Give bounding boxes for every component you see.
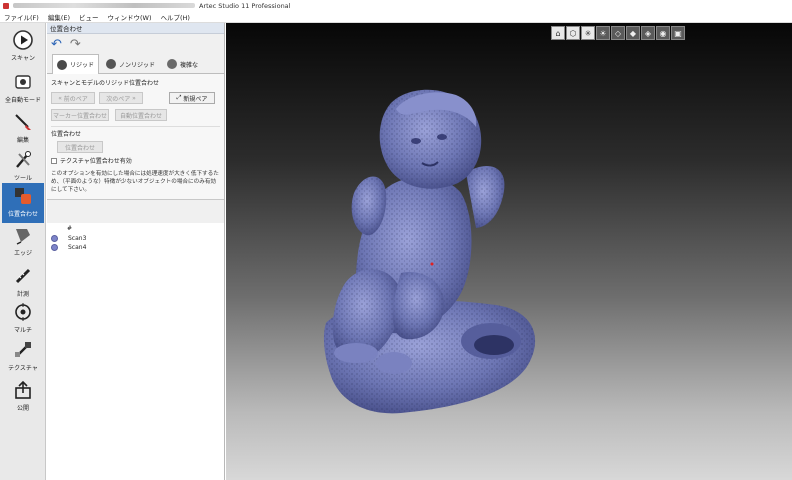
scan-dot-icon (51, 244, 58, 251)
tool-label: 編集 (16, 137, 29, 144)
align-button[interactable]: 位置合わせ (57, 141, 103, 153)
next-pair-button[interactable]: 次のペア » (99, 92, 143, 104)
new-pair-button[interactable]: ⤢ 新規ペア (169, 92, 215, 104)
tool-scan[interactable]: スキャン (2, 27, 44, 67)
cherub-3d-model[interactable] (226, 23, 792, 480)
list-item[interactable]: Scan4 (47, 243, 224, 252)
texture-icon (13, 340, 33, 360)
play-icon (13, 30, 33, 50)
menu-bar: ファイル(F) 編集(E) ビュー ウィンドウ(W) ヘルプ(H) (0, 11, 792, 23)
menu-view[interactable]: ビュー (79, 12, 99, 22)
auto-mode-icon (13, 72, 33, 92)
marker-align-button[interactable]: マーカー位置合わせ (51, 109, 109, 121)
3d-viewport[interactable]: ⌂ ⬡ ✳ ☀ ◇ ◆ ◈ ◉ ▣ (226, 23, 792, 480)
chevron-right-icon: » (130, 94, 136, 102)
tool-texture[interactable]: テクスチャ (2, 337, 44, 377)
tools-icon (13, 150, 33, 170)
menu-file[interactable]: ファイル(F) (4, 12, 39, 22)
tool-label: マルチ (13, 327, 32, 334)
tool-label: 位置合わせ (7, 211, 38, 218)
rigid-icon (57, 59, 67, 70)
tool-auto-mode[interactable]: 全自動モード (2, 69, 44, 109)
menu-edit[interactable]: 編集(E) (48, 12, 70, 22)
next-pair-label: 次のペア (106, 95, 131, 103)
scan-name: Scan4 (68, 244, 87, 251)
pair-button-row: « 前のペア 次のペア » ⤢ 新規ペア (51, 92, 220, 104)
tool-label: スキャン (10, 55, 35, 62)
tab-nonrigid[interactable]: ノンリジッド (101, 54, 160, 73)
align-icon (13, 186, 33, 206)
redo-icon[interactable]: ↷ (70, 38, 81, 51)
tab-rigid[interactable]: リジッド (52, 54, 100, 74)
left-toolbar: スキャン 全自動モード 編集 ツール 位置合わせ エッジ 計測 マルチ テクスチ… (0, 23, 46, 480)
undo-icon[interactable]: ↶ (51, 38, 62, 51)
window-title: Artec Studio 11 Professional (199, 1, 291, 10)
scan-dot-icon (51, 235, 58, 242)
align-button-row: 位置合わせ (51, 141, 220, 153)
prev-pair-button[interactable]: « 前のペア (51, 92, 95, 104)
pair-link-icon: ⤢ (176, 94, 184, 101)
tab-complex[interactable]: 複雑な (162, 54, 203, 73)
menu-window[interactable]: ウィンドウ(W) (108, 12, 152, 22)
tool-multi[interactable]: マルチ (2, 299, 44, 339)
checkbox-label: テクスチャ位置合わせ有効 (60, 158, 132, 165)
panel-header: 位置合わせ (47, 23, 224, 34)
prev-pair-label: 前のペア (63, 95, 88, 103)
tool-label: ツール (13, 175, 32, 182)
align-label: 位置合わせ (51, 126, 220, 138)
measure-icon (13, 266, 33, 286)
edit-knife-icon (13, 112, 33, 132)
undo-redo-row: ↶ ↷ (47, 34, 224, 54)
tool-label: テクスチャ (8, 365, 38, 372)
publish-icon (13, 380, 33, 400)
texture-note: このオプションを有効にした場合には処理速度が大きく低下するため、（平面のような）… (51, 171, 219, 193)
list-item[interactable]: Scan3 (47, 234, 224, 243)
app-icon (3, 2, 9, 9)
title-bar: Artec Studio 11 Professional (0, 0, 792, 11)
tool-label: エッジ (13, 250, 32, 257)
tool-label: 計測 (16, 291, 29, 298)
align-method-row: マーカー位置合わせ 自動位置合わせ (51, 109, 220, 121)
blurred-file-path (13, 3, 195, 8)
scan-list: # Scan3 Scan4 (47, 223, 224, 480)
auto-align-button[interactable]: 自動位置合わせ (115, 109, 167, 121)
selection-point (430, 262, 434, 266)
tool-publish[interactable]: 公開 (2, 377, 44, 417)
checkbox-box[interactable] (51, 157, 57, 164)
list-header: # (67, 225, 73, 232)
texture-align-checkbox[interactable]: テクスチャ位置合わせ有効 (51, 156, 220, 165)
multi-icon (13, 302, 33, 322)
tool-measure[interactable]: 計測 (2, 263, 44, 303)
new-pair-label: 新規ペア (183, 95, 208, 103)
tool-align[interactable]: 位置合わせ (2, 183, 44, 223)
nonrigid-icon (106, 59, 117, 69)
scan-name: Scan3 (68, 235, 87, 242)
tool-label: 公開 (16, 405, 29, 412)
align-tabs: リジッド ノンリジッド 複雑な (47, 54, 224, 74)
complex-icon (167, 59, 178, 69)
tool-edge[interactable]: エッジ (2, 222, 44, 262)
section-title: スキャンとモデルのリジッド位置合わせ (51, 80, 160, 87)
menu-help[interactable]: ヘルプ(H) (161, 12, 190, 22)
edge-icon (13, 225, 33, 245)
rigid-align-content: スキャンとモデルのリジッド位置合わせ « 前のペア 次のペア » ⤢ 新規ペア … (47, 74, 224, 200)
tool-tools[interactable]: ツール (2, 147, 44, 187)
tab-label: 複雑な (180, 61, 199, 69)
align-panel: 位置合わせ ↶ ↷ リジッド ノンリジッド 複雑な スキャンとモデルのリジッド位… (47, 23, 225, 480)
tool-label: 全自動モード (4, 97, 41, 104)
tool-edit[interactable]: 編集 (2, 109, 44, 149)
tab-label: ノンリジッド (119, 61, 156, 69)
tab-label: リジッド (70, 62, 95, 69)
